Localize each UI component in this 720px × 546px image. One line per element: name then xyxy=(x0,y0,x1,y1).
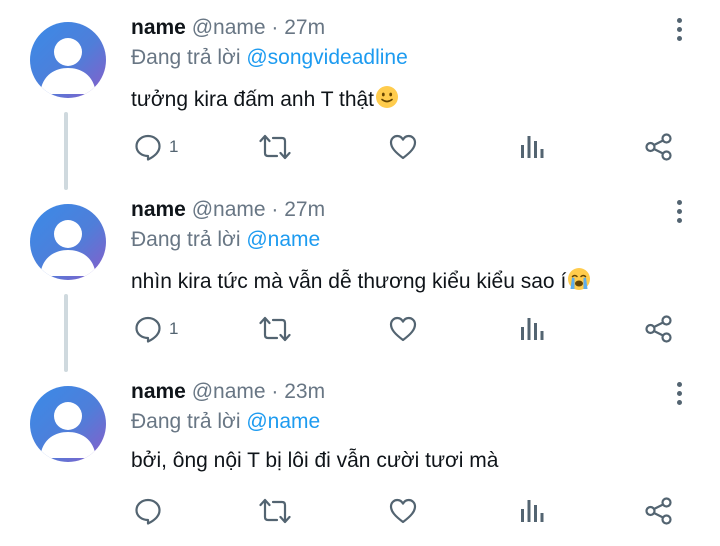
user-handle[interactable]: @name xyxy=(192,198,266,221)
default-avatar-icon xyxy=(40,38,96,94)
analytics-icon xyxy=(521,500,544,522)
separator: · xyxy=(271,380,279,403)
heart-icon xyxy=(389,316,417,342)
reply-icon xyxy=(135,498,161,525)
reply-count: 1 xyxy=(169,137,179,156)
reply-count: 1 xyxy=(169,319,179,338)
analytics-button[interactable] xyxy=(518,496,546,526)
tweet-text: bởi, ông nội T bị lôi đi vẫn cười tươi m… xyxy=(131,449,498,473)
timestamp[interactable]: 23m xyxy=(284,380,325,403)
analytics-icon xyxy=(521,318,544,340)
reply-context: Đang trả lời @songvideadline xyxy=(131,46,408,70)
timestamp[interactable]: 27m xyxy=(284,16,325,39)
tweet-header: name @name · 27m xyxy=(131,16,325,40)
more-options-button[interactable] xyxy=(670,16,690,44)
mention-link[interactable]: @name xyxy=(246,410,320,433)
display-name[interactable]: name xyxy=(131,198,186,221)
tweet-header: name @name · 23m xyxy=(131,380,325,404)
like-button[interactable] xyxy=(388,132,418,162)
reply-context: Đang trả lời @name xyxy=(131,228,320,252)
reply-icon xyxy=(135,316,161,343)
default-avatar-icon xyxy=(40,220,96,276)
loudly-crying-face-icon xyxy=(567,267,591,297)
tweet[interactable]: name @name · 27m Đang trả lời @name nhìn… xyxy=(0,182,720,364)
tweet-text-body: nhìn kira tức mà vẫn dễ thương kiểu kiểu… xyxy=(131,270,567,293)
share-button[interactable] xyxy=(644,496,674,526)
avatar[interactable] xyxy=(30,386,106,462)
analytics-button[interactable] xyxy=(518,314,546,344)
tweet[interactable]: name @name · 27m Đang trả lời @songvidea… xyxy=(0,0,720,182)
more-options-button[interactable] xyxy=(670,198,690,226)
retweet-button[interactable] xyxy=(259,314,291,344)
display-name[interactable]: name xyxy=(131,380,186,403)
reply-prefix: Đang trả lời xyxy=(131,410,241,433)
heart-icon xyxy=(389,134,417,160)
reply-prefix: Đang trả lời xyxy=(131,46,241,69)
avatar[interactable] xyxy=(30,204,106,280)
share-button[interactable] xyxy=(644,314,674,344)
slightly-smiling-face-icon xyxy=(375,85,399,115)
reply-button[interactable]: 1 xyxy=(133,314,178,344)
retweet-button[interactable] xyxy=(259,132,291,162)
mention-link[interactable]: @name xyxy=(246,228,320,251)
reply-prefix: Đang trả lời xyxy=(131,228,241,251)
analytics-icon xyxy=(521,136,544,158)
tweet-text-body: tưởng kira đấm anh T thật xyxy=(131,88,375,111)
like-button[interactable] xyxy=(388,314,418,344)
separator: · xyxy=(271,16,279,39)
default-avatar-icon xyxy=(40,402,96,458)
reply-icon xyxy=(135,134,161,161)
reply-button[interactable]: 1 xyxy=(133,132,178,162)
tweet-text-body: bởi, ông nội T bị lôi đi vẫn cười tươi m… xyxy=(131,449,499,472)
retweet-icon xyxy=(259,498,291,524)
tweet-text: nhìn kira tức mà vẫn dễ thương kiểu kiểu… xyxy=(131,267,591,297)
heart-icon xyxy=(389,498,417,524)
retweet-button[interactable] xyxy=(259,496,291,526)
like-button[interactable] xyxy=(388,496,418,526)
share-icon xyxy=(645,315,672,343)
user-handle[interactable]: @name xyxy=(192,16,266,39)
display-name[interactable]: name xyxy=(131,16,186,39)
retweet-icon xyxy=(259,316,291,342)
retweet-icon xyxy=(259,134,291,160)
more-options-button[interactable] xyxy=(670,380,690,408)
analytics-button[interactable] xyxy=(518,132,546,162)
separator: · xyxy=(271,198,279,221)
reply-context: Đang trả lời @name xyxy=(131,410,320,434)
tweet-text: tưởng kira đấm anh T thật xyxy=(131,85,399,115)
timestamp[interactable]: 27m xyxy=(284,198,325,221)
share-icon xyxy=(645,133,672,161)
reply-button[interactable] xyxy=(133,496,169,526)
mention-link[interactable]: @songvideadline xyxy=(246,46,407,69)
share-icon xyxy=(645,497,672,525)
tweet[interactable]: name @name · 23m Đang trả lời @name bởi,… xyxy=(0,364,720,546)
user-handle[interactable]: @name xyxy=(192,380,266,403)
tweet-header: name @name · 27m xyxy=(131,198,325,222)
avatar[interactable] xyxy=(30,22,106,98)
share-button[interactable] xyxy=(644,132,674,162)
